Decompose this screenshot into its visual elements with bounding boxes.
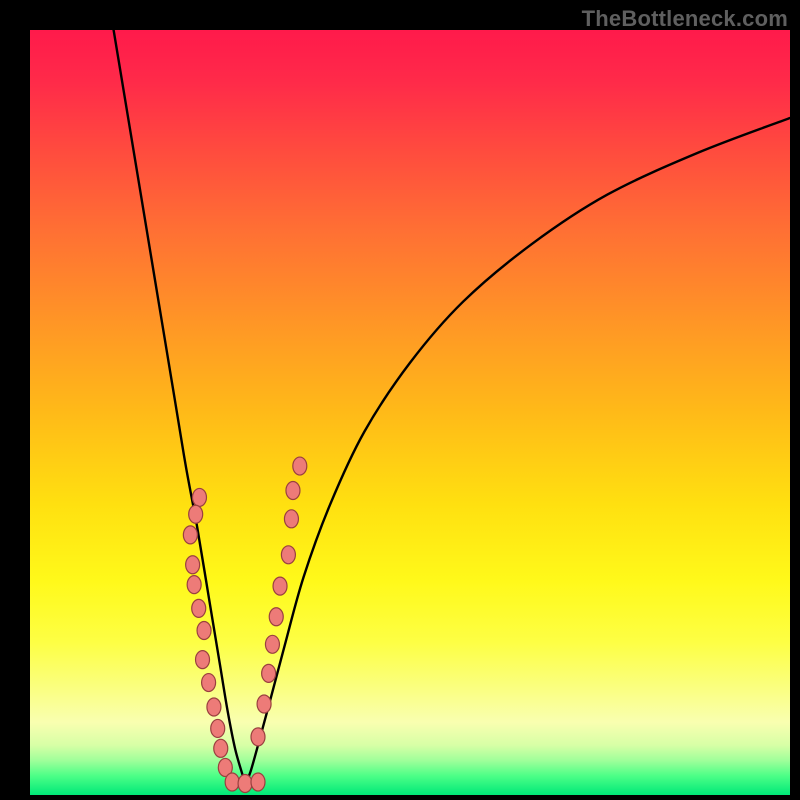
scatter-point: [269, 608, 283, 626]
scatter-point: [284, 510, 298, 528]
scatter-point: [183, 526, 197, 544]
scatter-point: [286, 482, 300, 500]
scatter-point: [189, 505, 203, 523]
scatter-point: [225, 773, 239, 791]
scatter-point: [273, 577, 287, 595]
scatter-point: [192, 599, 206, 617]
scatter-point: [214, 739, 228, 757]
scatter-point: [187, 576, 201, 594]
scatter-point: [281, 546, 295, 564]
curve-left-branch: [114, 30, 245, 785]
scatter-point: [192, 488, 206, 506]
curves-layer: [30, 30, 790, 795]
scatter-point: [293, 457, 307, 475]
scatter-point: [211, 719, 225, 737]
scatter-point: [257, 695, 271, 713]
curve-right-branch: [245, 118, 790, 785]
scatter-point: [196, 651, 210, 669]
scatter-point: [238, 775, 252, 793]
plot-area: [30, 30, 790, 795]
scatter-point: [251, 773, 265, 791]
scatter-markers: [183, 457, 306, 792]
chart-frame: TheBottleneck.com: [0, 0, 800, 800]
scatter-point: [202, 674, 216, 692]
scatter-point: [207, 698, 221, 716]
scatter-point: [186, 556, 200, 574]
scatter-point: [262, 664, 276, 682]
scatter-point: [251, 728, 265, 746]
watermark-text: TheBottleneck.com: [582, 6, 788, 32]
scatter-point: [265, 635, 279, 653]
scatter-point: [197, 622, 211, 640]
